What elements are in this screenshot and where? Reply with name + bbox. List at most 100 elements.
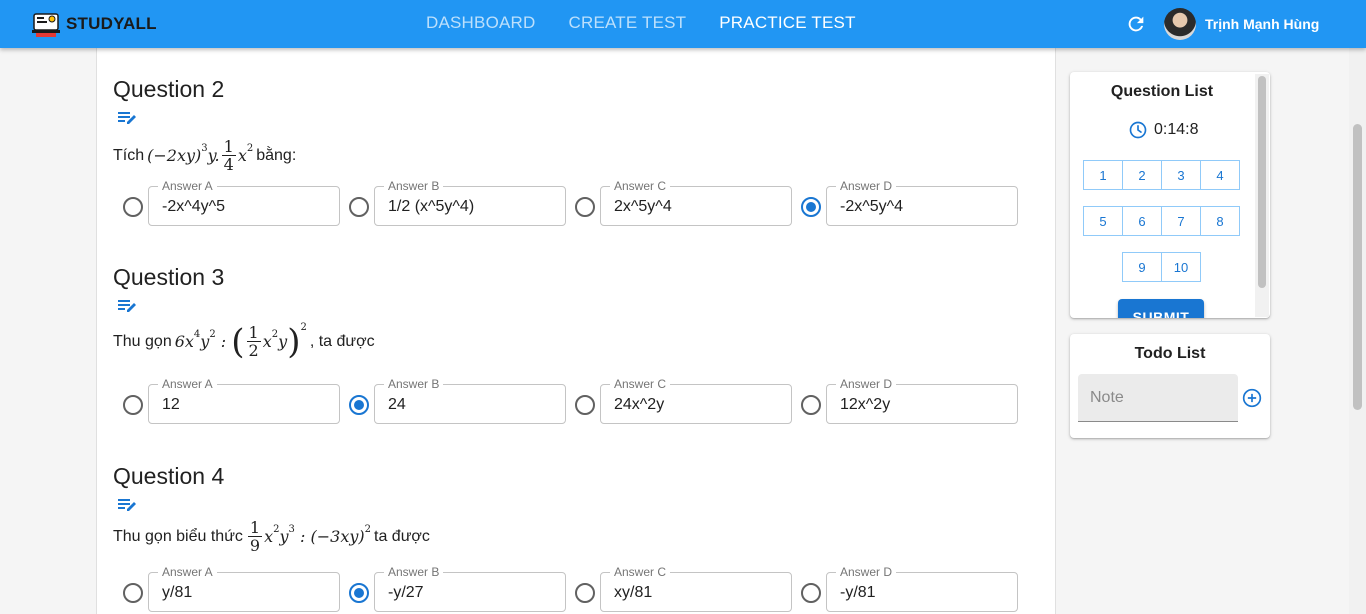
note-input[interactable]: Note [1078,374,1238,422]
question-nav-4[interactable]: 4 [1200,160,1240,190]
question-nav-10[interactable]: 10 [1161,252,1201,282]
edit-note-icon[interactable] [117,497,137,513]
answer-b-radio[interactable] [349,395,369,415]
answer-d: Answer D -y/81 [801,565,1019,612]
answer-b-value: 1/2 (x^5y^4) [388,198,475,215]
edit-note-icon[interactable] [117,298,137,314]
question-list-title: Question List [1110,83,1214,100]
brand-name: STUDYALL [66,14,157,33]
math-expression: (−2xy) 3 y. 1 4 x 2 [147,137,254,174]
answer-c: Answer C xy/81 [575,565,793,612]
answer-a-value: 12 [162,396,180,413]
answer-a-value: -2x^4y^5 [162,198,226,215]
user-name[interactable]: Trịnh Mạnh Hùng [1205,16,1319,32]
answer-a-field[interactable]: Answer A -2x^4y^5 [148,179,340,226]
answer-a-label: Answer A [158,565,217,579]
answer-d-field[interactable]: Answer D 12x^2y [826,377,1018,424]
math-expression: 6x 4 y 2 : (1 2 x 2 y) 2 [174,321,307,362]
answer-c-radio[interactable] [575,583,595,603]
answer-a-field[interactable]: Answer A 12 [148,377,340,424]
answer-a: Answer A 12 [123,377,341,424]
answer-d: Answer D 12x^2y [801,377,1019,424]
answer-c-value: xy/81 [614,584,653,601]
answer-c-field[interactable]: Answer C 24x^2y [600,377,792,424]
page-scrollbar[interactable] [1349,48,1366,614]
answer-d-radio[interactable] [801,583,821,603]
question-title: Question 2 [113,76,225,102]
question-suffix: ta được [374,527,430,545]
answer-b: Answer B 1/2 (x^5y^4) [349,179,567,226]
top-app-bar: STUDYALL DASHBOARD CREATE TEST PRACTICE … [0,0,1366,48]
answer-group: Answer A -2x^4y^5 Answer B 1/2 (x^5y^4) … [123,179,1033,226]
answer-a-radio[interactable] [123,197,143,217]
answer-b-label: Answer B [384,565,444,579]
question-title: Question 4 [113,463,225,489]
answer-a-label: Answer A [158,377,217,391]
answer-d-radio[interactable] [801,197,821,217]
question-prefix: Thu gọn [113,332,172,350]
answer-c-radio[interactable] [575,395,595,415]
refresh-icon[interactable] [1125,13,1147,35]
answer-b: Answer B -y/27 [349,565,567,612]
main-nav: DASHBOARD CREATE TEST PRACTICE TEST [426,13,889,33]
answer-d-field[interactable]: Answer D -y/81 [826,565,1018,612]
answer-d: Answer D -2x^5y^4 [801,179,1019,226]
answer-d-value: -y/81 [840,584,876,601]
add-circle-icon[interactable] [1242,388,1262,408]
answer-c: Answer C 2x^5y^4 [575,179,793,226]
answer-a-field[interactable]: Answer A y/81 [148,565,340,612]
answer-a: Answer A y/81 [123,565,341,612]
scrollbar-thumb[interactable] [1258,76,1266,288]
submit-button[interactable]: SUBMIT [1118,299,1204,318]
question-nav-6[interactable]: 6 [1122,206,1162,236]
question-nav-2[interactable]: 2 [1122,160,1162,190]
answer-a: Answer A -2x^4y^5 [123,179,341,226]
answer-d-label: Answer D [836,565,897,579]
answer-group: Answer A 12 Answer B 24 Answer C 24x^2y [123,377,1033,424]
edit-note-icon[interactable] [117,110,137,126]
question-suffix: bằng: [256,146,297,164]
answer-a-value: y/81 [162,584,193,601]
answer-c-label: Answer C [610,565,671,579]
question-nav-7[interactable]: 7 [1161,206,1201,236]
brand-logo[interactable]: STUDYALL [30,8,157,40]
nav-practice-test[interactable]: PRACTICE TEST [719,13,855,33]
nav-create-test[interactable]: CREATE TEST [569,13,687,33]
answer-d-field[interactable]: Answer D -2x^5y^4 [826,179,1018,226]
question-prefix: Tích [113,146,145,164]
answer-a-radio[interactable] [123,583,143,603]
answer-c-label: Answer C [610,179,671,193]
answer-c-radio[interactable] [575,197,595,217]
answer-c-field[interactable]: Answer C 2x^5y^4 [600,179,792,226]
answer-b-field[interactable]: Answer B -y/27 [374,565,566,612]
question-nav-5[interactable]: 5 [1083,206,1123,236]
answer-d-radio[interactable] [801,395,821,415]
question-nav-3[interactable]: 3 [1161,160,1201,190]
answer-d-value: -2x^5y^4 [840,198,904,215]
test-content: Question 2 Tích (−2xy) 3 y. 1 4 x 2 bằng: Answ… [96,40,1056,614]
nav-dashboard[interactable]: DASHBOARD [426,13,536,33]
answer-a-radio[interactable] [123,395,143,415]
note-placeholder: Note [1090,389,1124,406]
user-avatar[interactable] [1164,8,1196,40]
clock-icon [1129,121,1147,139]
scrollbar-thumb[interactable] [1353,124,1362,410]
answer-c: Answer C 24x^2y [575,377,793,424]
math-expression: 19x2y3 : (−3xy) 2 [247,518,371,555]
answer-c-value: 2x^5y^4 [614,198,672,215]
answer-b-field[interactable]: Answer B 1/2 (x^5y^4) [374,179,566,226]
answer-b-label: Answer B [384,377,444,391]
logo-icon [32,13,60,37]
question-list-scrollbar[interactable] [1255,74,1269,317]
answer-b-radio[interactable] [349,583,369,603]
todo-list-title: Todo List [1134,345,1206,362]
question-list-panel: Question List 0:14:8 1 2 3 4 5 6 7 8 9 1… [1070,72,1270,318]
answer-c-field[interactable]: Answer C xy/81 [600,565,792,612]
question-nav-8[interactable]: 8 [1200,206,1240,236]
answer-b-value: -y/27 [388,584,424,601]
question-nav-9[interactable]: 9 [1122,252,1162,282]
question-nav-1[interactable]: 1 [1083,160,1123,190]
answer-b-field[interactable]: Answer B 24 [374,377,566,424]
question-prefix: Thu gọn biểu thức [113,527,243,545]
answer-b-radio[interactable] [349,197,369,217]
